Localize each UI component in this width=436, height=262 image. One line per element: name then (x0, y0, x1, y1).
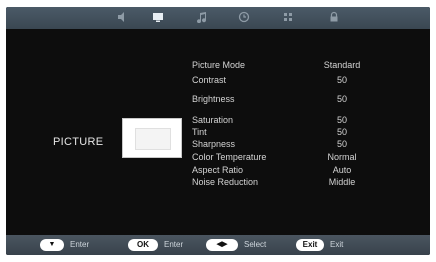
section-label: PICTURE (53, 136, 104, 148)
menu-item-color-temperature[interactable]: Color Temperature Normal (192, 151, 382, 163)
key-hint-bar: ▼ Enter OK Enter ◀▶ Select Exit Exit (6, 235, 430, 255)
menu-item-value: Auto (332, 165, 352, 175)
menu-item-value: 50 (336, 115, 347, 125)
option-icon[interactable] (282, 11, 294, 23)
audio-icon[interactable] (116, 11, 128, 23)
osd-menu-panel: PICTURE Picture Mode Standard Contrast 5… (6, 7, 430, 255)
ok-key-icon: OK (128, 239, 158, 251)
menu-item-label: Tint (192, 127, 207, 137)
picture-preview-icon (122, 118, 182, 158)
menu-item-label: Picture Mode (192, 60, 246, 70)
lock-icon[interactable] (328, 11, 340, 23)
menu-item-aspect-ratio[interactable]: Aspect Ratio Auto (192, 164, 382, 176)
menu-item-label: Aspect Ratio (192, 165, 244, 175)
menu-item-value: Normal (327, 152, 357, 162)
menu-item-value: 50 (336, 75, 347, 85)
menu-item-noise-reduction[interactable]: Noise Reduction Middle (192, 176, 382, 188)
menu-item-saturation[interactable]: Saturation 50 (192, 114, 382, 126)
menu-item-label: Contrast (192, 75, 227, 85)
picture-icon[interactable] (152, 11, 164, 23)
exit-key-hint: Exit (330, 240, 344, 249)
menu-item-label: Sharpness (192, 139, 236, 149)
menu-item-label: Color Temperature (192, 152, 267, 162)
exit-key-icon: Exit (296, 239, 324, 251)
left-right-key-icon: ◀▶ (206, 239, 238, 251)
down-key-hint: Enter (70, 240, 90, 249)
menu-item-value: 50 (336, 127, 347, 137)
time-icon[interactable] (238, 11, 250, 23)
menu-item-value: 50 (336, 139, 347, 149)
menu-tab-bar (6, 7, 430, 29)
menu-item-picture-mode[interactable]: Picture Mode Standard (192, 59, 382, 71)
menu-item-brightness[interactable]: Brightness 50 (192, 93, 382, 105)
down-key-icon: ▼ (40, 239, 64, 251)
menu-item-value: Standard (323, 60, 361, 70)
menu-item-value: Middle (328, 177, 356, 187)
menu-item-sharpness[interactable]: Sharpness 50 (192, 138, 382, 150)
select-key-hint: Select (244, 240, 267, 249)
ok-key-hint: Enter (164, 240, 184, 249)
menu-item-label: Noise Reduction (192, 177, 259, 187)
menu-item-value: 50 (336, 94, 347, 104)
menu-item-label: Brightness (192, 94, 235, 104)
menu-item-contrast[interactable]: Contrast 50 (192, 74, 382, 86)
menu-item-tint[interactable]: Tint 50 (192, 126, 382, 138)
sound-icon[interactable] (196, 11, 208, 23)
menu-item-label: Saturation (192, 115, 234, 125)
